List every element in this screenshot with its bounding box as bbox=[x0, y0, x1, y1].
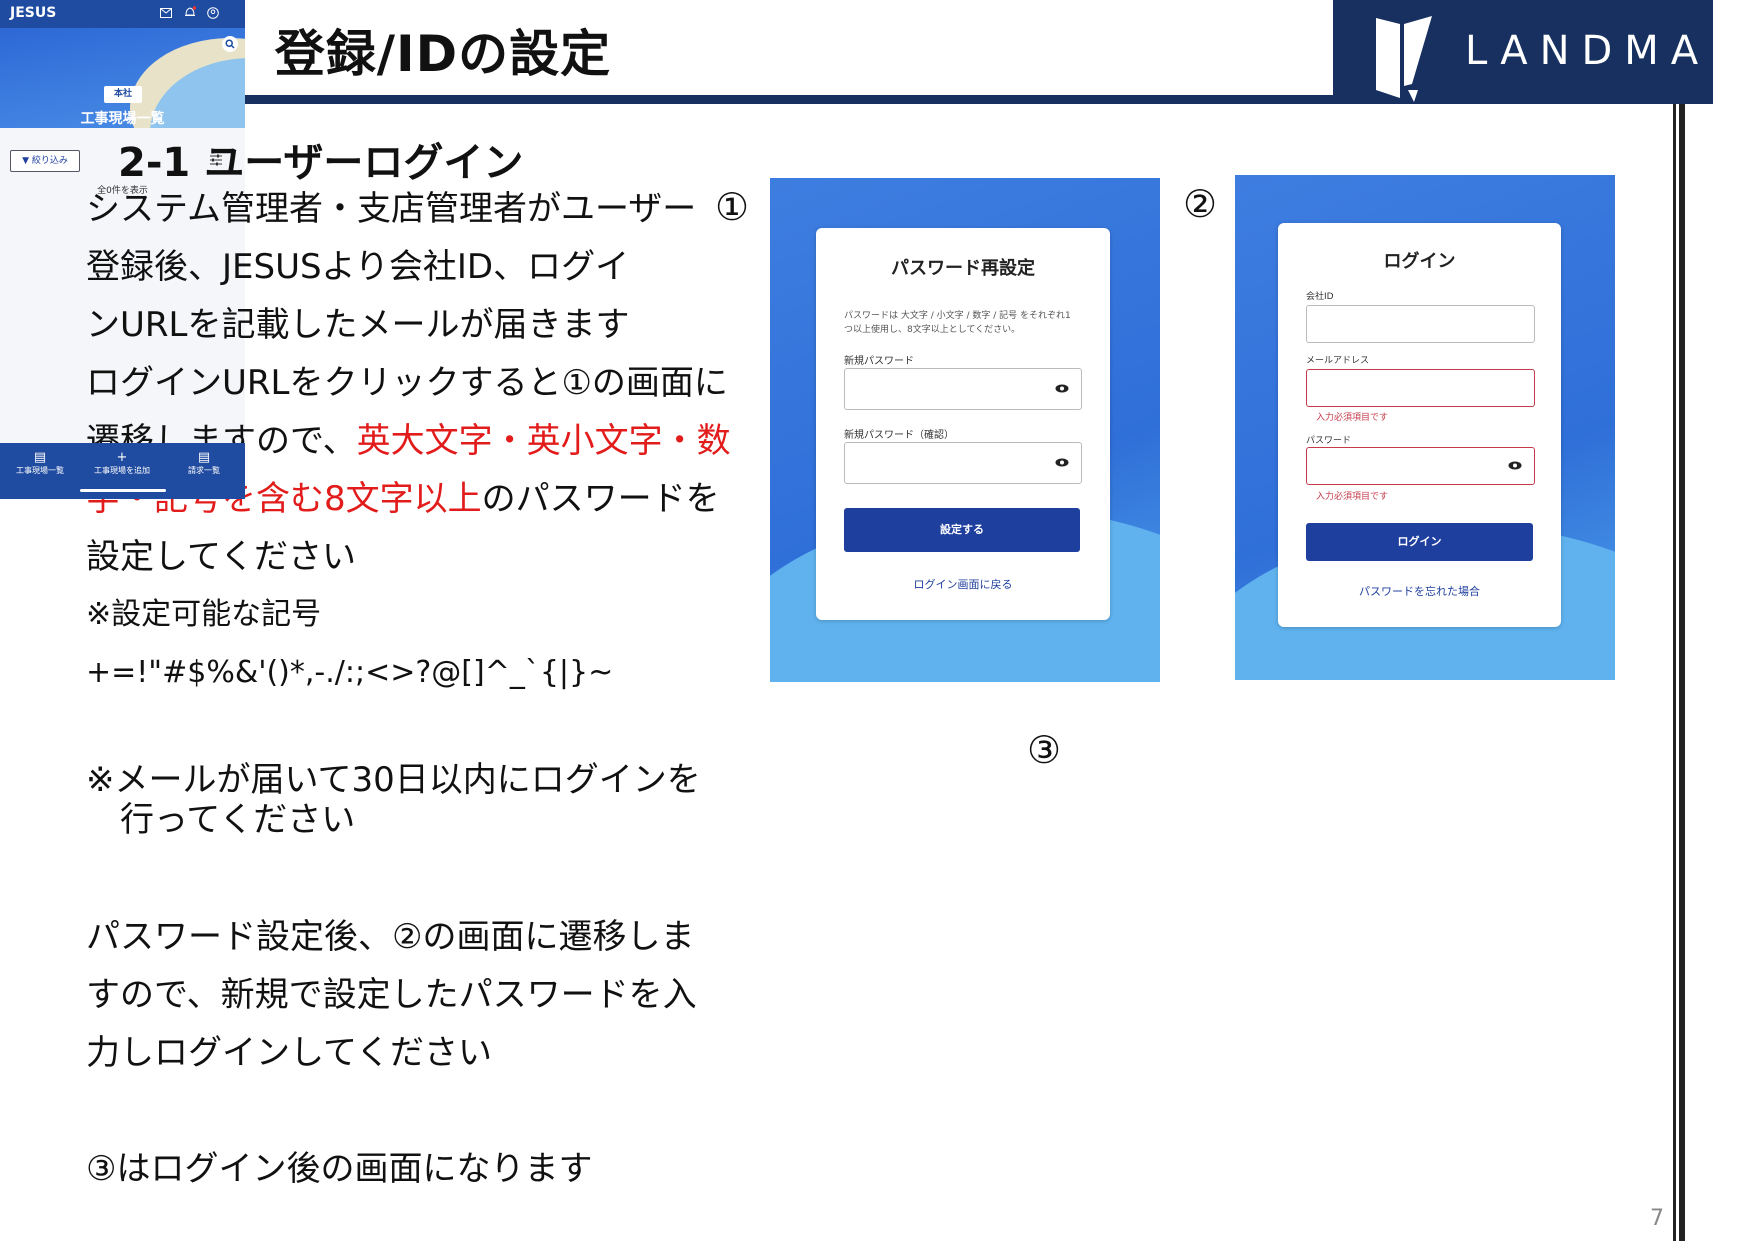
marker-2: ② bbox=[1183, 182, 1218, 226]
text-line: ※メールが届いて30日以内にログインを bbox=[86, 760, 701, 800]
marker-1: ① bbox=[715, 185, 750, 229]
text-line: ログインURLをクリックすると①の画面に bbox=[86, 363, 728, 403]
card-title: ログイン bbox=[1383, 251, 1456, 272]
right-border-thick bbox=[1679, 104, 1685, 1241]
eye-icon[interactable] bbox=[1055, 458, 1069, 467]
text-line: 登録後、JESUSより会社ID、ログイ bbox=[86, 247, 630, 287]
email-label: メールアドレス bbox=[1306, 356, 1370, 366]
text-line: 行ってください bbox=[120, 800, 356, 840]
password-rule-line: パスワードは 大文字 / 小文字 / 数字 / 記号 をそれぞれ1 bbox=[844, 311, 1071, 321]
email-input[interactable] bbox=[1306, 369, 1535, 407]
text-line: 力しログインしてください bbox=[86, 1033, 492, 1073]
forgot-password-link[interactable]: パスワードを忘れた場合 bbox=[1278, 583, 1561, 599]
document-icon: ▤ bbox=[197, 450, 211, 465]
nav-add-site[interactable]: + 工事現場を追加 bbox=[82, 451, 162, 476]
highlight-text: 英大文字・英小文字・数 bbox=[356, 421, 731, 461]
nav-invoice-list[interactable]: ▤ 請求一覧 bbox=[164, 451, 244, 476]
password-error: 入力必須項目です bbox=[1316, 492, 1389, 502]
company-id-input[interactable] bbox=[1306, 305, 1535, 343]
company-id-label: 会社ID bbox=[1306, 292, 1334, 302]
page-heading: 工事現場一覧 bbox=[80, 111, 165, 127]
new-password-label: 新規パスワード bbox=[844, 356, 914, 367]
bell-icon[interactable] bbox=[184, 6, 196, 19]
paragraph-after-setup: パスワード設定後、②の画面に遷移しま すので、新規で設定したパスワードを入 力し… bbox=[86, 908, 697, 1082]
email-error: 入力必須項目です bbox=[1316, 413, 1389, 423]
text-line: パスワード設定後、②の画面に遷移しま bbox=[86, 917, 695, 957]
home-indicator bbox=[80, 489, 166, 492]
password-input[interactable] bbox=[1306, 447, 1535, 485]
eye-icon[interactable] bbox=[1508, 461, 1522, 470]
text-line: ンURLを記載したメールが届きます bbox=[86, 305, 630, 345]
back-to-login-link[interactable]: ログイン画面に戻る bbox=[816, 576, 1110, 592]
paragraph-deadline: ※メールが届いて30日以内にログインを 行ってください bbox=[86, 760, 701, 840]
page-number: 7 bbox=[1650, 1206, 1664, 1231]
mail-icon[interactable] bbox=[160, 8, 172, 18]
nav-site-list[interactable]: ▤ 工事現場一覧 bbox=[0, 451, 80, 476]
settings-sliders-icon[interactable] bbox=[209, 154, 223, 166]
eye-icon[interactable] bbox=[1055, 384, 1069, 393]
login-screenshot: ログイン 会社ID メールアドレス 入力必須項目です パスワード 入力必須項目で… bbox=[1235, 175, 1615, 680]
result-count: 全0件を表示 bbox=[97, 186, 148, 196]
login-button[interactable]: ログイン bbox=[1306, 523, 1533, 561]
plus-icon: + bbox=[116, 450, 128, 465]
set-password-button[interactable]: 設定する bbox=[844, 508, 1080, 552]
app-logo: JESUS bbox=[10, 5, 57, 21]
allowed-symbols: +=!"#$%&'()*,-./:;<>?@[]^_`{|}~ bbox=[86, 655, 614, 690]
new-password-input[interactable] bbox=[844, 368, 1082, 410]
right-border-thin bbox=[1673, 104, 1676, 1241]
list-icon: ▤ bbox=[33, 450, 47, 465]
password-reset-screenshot: パスワード再設定 パスワードは 大文字 / 小文字 / 数字 / 記号 をそれぞ… bbox=[770, 178, 1160, 682]
app-top-bar: JESUS bbox=[0, 0, 245, 28]
login-card: ログイン 会社ID メールアドレス 入力必須項目です パスワード 入力必須項目で… bbox=[1278, 223, 1561, 627]
user-icon[interactable] bbox=[207, 7, 219, 19]
password-label: パスワード bbox=[1306, 436, 1352, 446]
logo-text: LANDMARK bbox=[1465, 28, 1755, 74]
text-line: すので、新規で設定したパスワードを入 bbox=[86, 975, 697, 1015]
card-title: パスワード再設定 bbox=[891, 258, 1035, 279]
filter-button[interactable]: ▼ 絞り込み bbox=[10, 150, 80, 172]
landmark-logo-icon bbox=[1376, 16, 1432, 102]
paragraph-intro: システム管理者・支店管理者がユーザー 登録後、JESUSより会社ID、ログイ ン… bbox=[86, 180, 731, 702]
confirm-password-label: 新規パスワード（確認） bbox=[844, 430, 954, 441]
paragraph-screen3-note: ③はログイン後の画面になります bbox=[86, 1149, 593, 1189]
confirm-password-input[interactable] bbox=[844, 442, 1082, 484]
branch-badge: 本社 bbox=[104, 86, 142, 103]
text-line: 設定してください bbox=[86, 537, 356, 577]
hero-banner: 本社 工事現場一覧 bbox=[0, 28, 245, 128]
password-reset-card: パスワード再設定 パスワードは 大文字 / 小文字 / 数字 / 記号 をそれぞ… bbox=[816, 228, 1110, 620]
symbols-note: ※設定可能な記号 bbox=[86, 597, 322, 632]
marker-3: ③ bbox=[1027, 728, 1062, 772]
password-rule-line: つ以上使用し、8文字以上としてください。 bbox=[844, 325, 1021, 335]
search-icon[interactable] bbox=[222, 36, 238, 52]
